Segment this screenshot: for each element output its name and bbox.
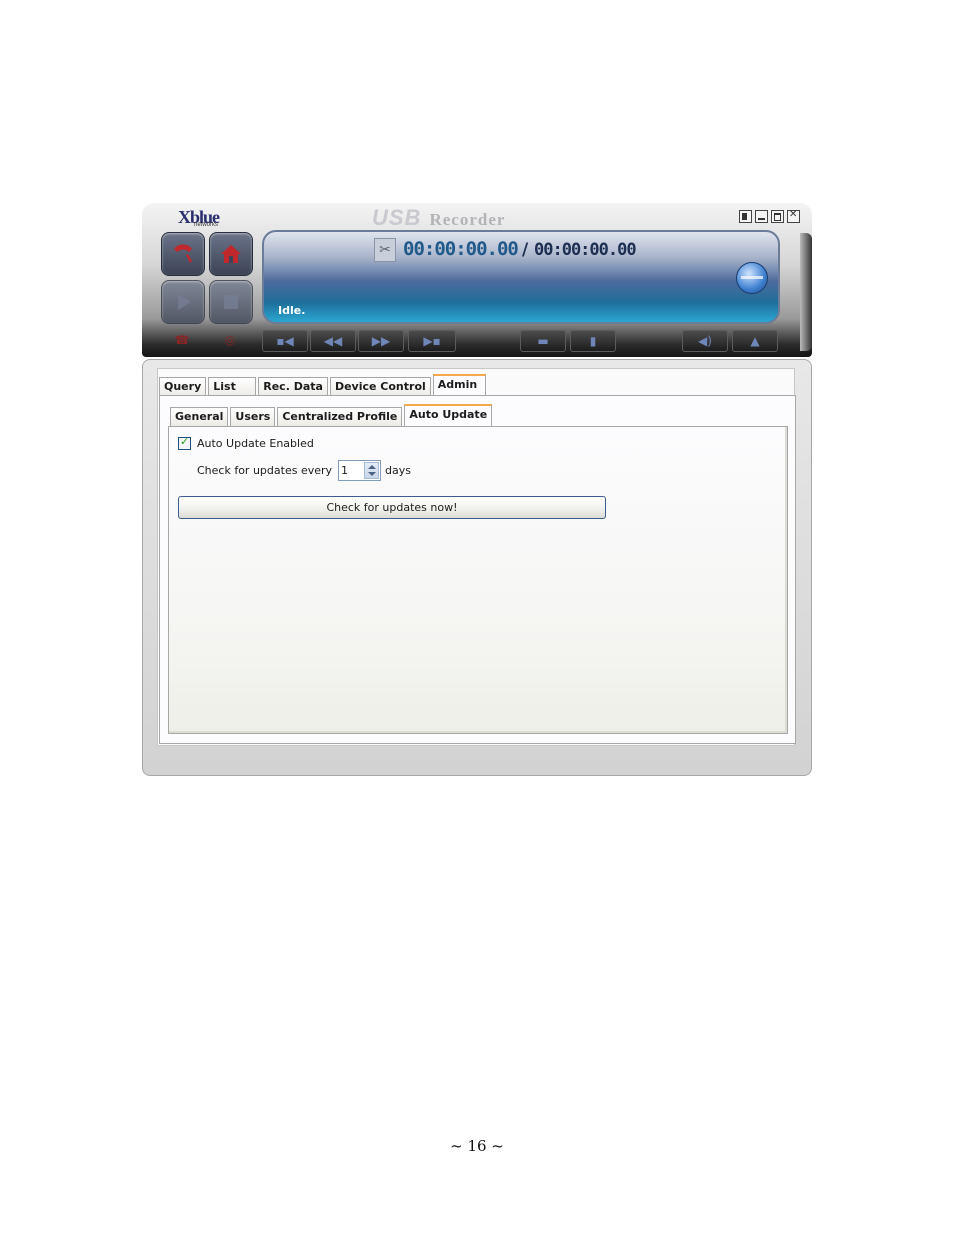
page-number: ~ 16 ~ (450, 1137, 504, 1155)
minimize-icon[interactable] (755, 210, 768, 223)
player-edge (800, 233, 812, 351)
interval-stepper[interactable]: 1 (338, 460, 382, 481)
tab-general[interactable]: General (170, 407, 229, 426)
call-button[interactable] (161, 232, 205, 276)
home-icon (221, 245, 241, 263)
tab-query[interactable]: Query (159, 377, 207, 396)
tab-users[interactable]: Users (230, 407, 276, 426)
app-title: USB Recorder (372, 205, 505, 231)
chevron-up-icon[interactable] (368, 465, 377, 469)
logo-subtext: networks (194, 222, 219, 228)
auto-update-enabled-row: Auto Update Enabled (178, 435, 314, 450)
skip-forward-button[interactable]: ▶▪ (408, 330, 456, 352)
tab-admin[interactable]: Admin (432, 374, 486, 396)
skip-back-icon: ▪◀ (276, 334, 294, 348)
chevron-down-icon[interactable] (368, 472, 377, 476)
rewind-icon: ◀◀ (323, 334, 343, 348)
status-text: Idle. (278, 304, 306, 317)
total-time: 00:00:00.00 (534, 240, 637, 260)
copy-button[interactable]: ▮ (570, 330, 616, 352)
tab-list[interactable]: List (208, 377, 257, 396)
open-folder-icon: ▬ (537, 334, 549, 348)
compact-icon[interactable] (739, 210, 752, 223)
fast-forward-button[interactable]: ▶▶ (358, 330, 404, 352)
auto-update-checkbox[interactable] (178, 435, 191, 450)
tab-centralized-profile[interactable]: Centralized Profile (277, 407, 403, 426)
interval-label: Check for updates every (197, 464, 333, 477)
app-logo: Xblue networks (178, 207, 220, 229)
window-controls (739, 209, 800, 223)
maximize-icon[interactable] (771, 210, 784, 223)
volume-button[interactable]: ◀) (682, 330, 728, 352)
update-interval-row: Check for updates every 1 days (197, 460, 411, 481)
elapsed-time: 00:00:00.00 (403, 238, 519, 260)
app-title-main: USB (372, 205, 422, 230)
interval-value: 1 (341, 464, 349, 477)
check-updates-now-button[interactable]: Check for updates now! (178, 496, 606, 519)
app-title-suffix: Recorder (429, 210, 506, 229)
main-panel: Query List Rec. Data Device Control Admi… (142, 359, 812, 776)
stepper-buttons (364, 462, 380, 479)
play-button[interactable] (161, 280, 205, 324)
interval-unit-label: days (385, 464, 411, 477)
headset-icon: ◎ (224, 333, 236, 347)
admin-sub-tab-bar: General Users Centralized Profile Auto U… (170, 404, 494, 426)
phone-icon (174, 244, 192, 263)
time-display: ✂ 00:00:00.00 / 00:00:00.00 Idle. (262, 230, 780, 324)
skip-forward-icon: ▶▪ (423, 334, 441, 348)
auto-update-enabled-label: Auto Update Enabled (197, 437, 314, 450)
open-button[interactable]: ▬ (520, 330, 566, 352)
lock-button[interactable]: ▲ (732, 330, 778, 352)
transport-bar: ☎ ◎ ▪◀ ◀◀ ▶▶ ▶▪ ▬ ▮ ◀) ▲ (160, 330, 780, 352)
recorder-player: Xblue networks USBRecorder ✂ 0 (142, 203, 812, 357)
tab-auto-update[interactable]: Auto Update (404, 404, 493, 426)
headset-button[interactable]: ◎ (208, 330, 252, 352)
tab-device-control[interactable]: Device Control (329, 377, 431, 396)
play-icon (178, 294, 191, 310)
volume-icon: ◀) (698, 334, 712, 348)
tab-rec-data[interactable]: Rec. Data (258, 377, 328, 396)
lock-icon: ▲ (750, 334, 760, 348)
stop-button[interactable] (209, 280, 253, 324)
home-button[interactable] (209, 232, 253, 276)
stop-icon (224, 295, 238, 309)
disc-icon[interactable] (736, 262, 768, 294)
copy-icon: ▮ (589, 334, 597, 348)
rewind-button[interactable]: ◀◀ (310, 330, 356, 352)
skip-back-button[interactable]: ▪◀ (262, 330, 308, 352)
scissors-icon[interactable]: ✂ (374, 238, 396, 262)
fast-forward-icon: ▶▶ (371, 334, 391, 348)
main-tab-bar: Query List Rec. Data Device Control Admi… (159, 374, 488, 396)
time-separator: / (522, 240, 529, 260)
phone-icon: ☎ (174, 333, 190, 347)
call-small-button[interactable]: ☎ (160, 330, 204, 352)
close-icon[interactable] (787, 209, 800, 223)
